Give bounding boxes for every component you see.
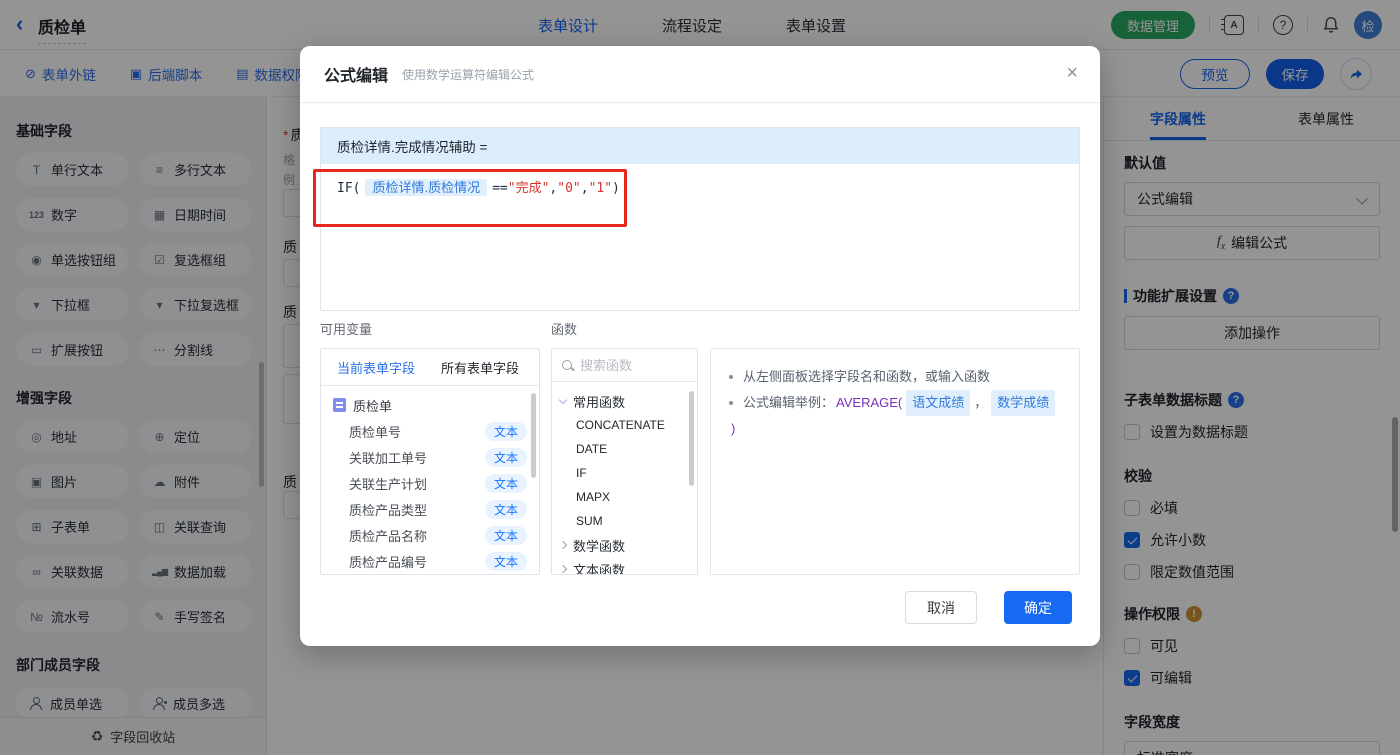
variables-panel: 当前表单字段 所有表单字段 质检单 质检单号 文本 关联加工单号 文本 关联生产计划… [320, 348, 540, 575]
function-search-box[interactable] [552, 349, 697, 382]
function-item[interactable]: MAPX [552, 485, 697, 509]
variable-row[interactable]: 关联生产计划 文本 [321, 470, 539, 496]
tree-root-form[interactable]: 质检单 [321, 392, 539, 418]
modal-title: 公式编辑 [324, 68, 389, 85]
function-search-input[interactable] [580, 357, 670, 373]
example-separator: ， [974, 395, 988, 410]
variable-row[interactable]: 质检单号 文本 [321, 418, 539, 444]
modal-footer: 取消 确定 [300, 574, 1100, 646]
chevron-down-icon [558, 395, 568, 404]
function-item[interactable]: CONCATENATE [552, 413, 697, 437]
variable-row[interactable]: 质检产品类型 文本 [321, 496, 539, 522]
formula-editor: 质检详情.完成情况辅助 = IF(质检详情.质检情况 =="完成","0","1"… [320, 127, 1080, 311]
formula-string-token: "完成" [507, 181, 550, 196]
variables-panel-label: 可用变量 [320, 322, 373, 337]
variable-row[interactable]: 质检产品名称 文本 [321, 522, 539, 548]
function-name: SUM [576, 514, 603, 528]
close-icon[interactable]: × [1066, 62, 1078, 84]
chevron-right-icon [558, 564, 568, 574]
variable-row[interactable]: 质检产品编号 文本 [321, 548, 539, 574]
cancel-button[interactable]: 取消 [905, 591, 977, 624]
variable-row[interactable]: 关联加工单号 文本 [321, 444, 539, 470]
function-item[interactable]: SUM [552, 509, 697, 533]
tree-root-label: 质检单 [353, 398, 393, 414]
variables-tree: 质检单 质检单号 文本 关联加工单号 文本 关联生产计划 文本 质检产品类型 文本 质检… [321, 386, 539, 574]
help-line-1: 从左侧面板选择字段名和函数，或输入函数 [729, 364, 1061, 390]
formula-help-panel: 从左侧面板选择字段名和函数，或输入函数 公式编辑举例： AVERAGE( 语文成… [710, 348, 1080, 575]
functions-tree: 常用函数 CONCATENATE DATE IF MAPX SUM 数学函数 文… [552, 382, 697, 575]
formula-string-token: "0" [557, 181, 581, 196]
functions-panel: 常用函数 CONCATENATE DATE IF MAPX SUM 数学函数 文… [551, 348, 698, 575]
formula-edit-modal: 公式编辑 使用数学运算符编辑公式 × 质检详情.完成情况辅助 = IF( 质检详情… [300, 46, 1100, 646]
formula-operator-token: == [492, 181, 508, 196]
type-badge: 文本 [484, 499, 527, 519]
functions-panel-label: 函数 [551, 322, 578, 337]
bullet-dot [729, 401, 733, 405]
variables-tabs: 当前表单字段 所有表单字段 [321, 349, 539, 386]
formula-function-token: IF( [337, 181, 361, 196]
type-badge: 文本 [484, 447, 527, 467]
group-label: 常用函数 [573, 394, 626, 410]
help-text: 公式编辑举例： [743, 395, 835, 410]
function-name: IF [576, 466, 587, 480]
example-function-token: AVERAGE( [836, 395, 903, 410]
chevron-right-icon [558, 540, 568, 550]
function-group-math[interactable]: 数学函数 [552, 533, 697, 557]
formula-paren-token: ) [612, 181, 620, 196]
function-name: MAPX [576, 490, 611, 504]
search-icon [562, 360, 572, 370]
formula-target-text: 质检详情.完成情况辅助 = [337, 140, 488, 155]
variable-name: 关联生产计划 [349, 476, 428, 492]
help-line-2: 公式编辑举例： AVERAGE( 语文成绩 ， 数学成绩 ) [729, 390, 1061, 442]
confirm-button[interactable]: 确定 [1004, 591, 1072, 624]
function-item[interactable]: DATE [552, 437, 697, 461]
example-field-chip: 数学成绩 [991, 390, 1056, 416]
modal-subtitle: 使用数学运算符编辑公式 [402, 67, 535, 82]
modal-header: 公式编辑 使用数学运算符编辑公式 × [300, 46, 1100, 103]
type-badge: 文本 [484, 473, 527, 493]
tab-all-form-fields[interactable]: 所有表单字段 [441, 358, 519, 377]
function-group-common[interactable]: 常用函数 [552, 389, 697, 413]
function-name: DATE [576, 442, 608, 456]
formula-target-bar: 质检详情.完成情况辅助 = [321, 128, 1079, 164]
app: ‹ 质检单 表单设计 流程设定 表单设置 数据管理 A ? 检 ⊘ 表单外链 ▣… [0, 0, 1400, 755]
variable-name: 质检产品类型 [349, 502, 428, 518]
function-group-text[interactable]: 文本函数 [552, 557, 697, 575]
group-label: 数学函数 [573, 538, 626, 554]
formula-field-chip[interactable]: 质检详情.质检情况 [365, 179, 488, 196]
variable-name: 关联加工单号 [349, 450, 428, 466]
example-close-paren: ) [731, 421, 736, 436]
formula-comma-token: , [580, 181, 589, 196]
form-doc-icon [333, 398, 346, 412]
formula-string-token: "1" [588, 181, 613, 196]
variable-name: 质检产品名称 [349, 528, 428, 544]
type-badge: 文本 [484, 551, 527, 571]
function-item[interactable]: IF [552, 461, 697, 485]
variable-name: 质检产品编号 [349, 554, 428, 570]
group-label: 文本函数 [573, 562, 626, 575]
tab-current-form-fields[interactable]: 当前表单字段 [337, 358, 415, 377]
example-field-chip: 语文成绩 [906, 390, 971, 416]
type-badge: 文本 [484, 525, 527, 545]
variable-name: 质检单号 [349, 424, 402, 440]
help-text: 从左侧面板选择字段名和函数，或输入函数 [743, 369, 991, 384]
function-name: CONCATENATE [576, 418, 665, 432]
bullet-dot [729, 375, 733, 379]
functions-scrollbar[interactable] [689, 391, 694, 486]
formula-input-area[interactable]: IF(质检详情.质检情况 =="完成","0","1") [321, 164, 1079, 310]
variables-scrollbar[interactable] [531, 393, 536, 478]
type-badge: 文本 [484, 421, 527, 441]
